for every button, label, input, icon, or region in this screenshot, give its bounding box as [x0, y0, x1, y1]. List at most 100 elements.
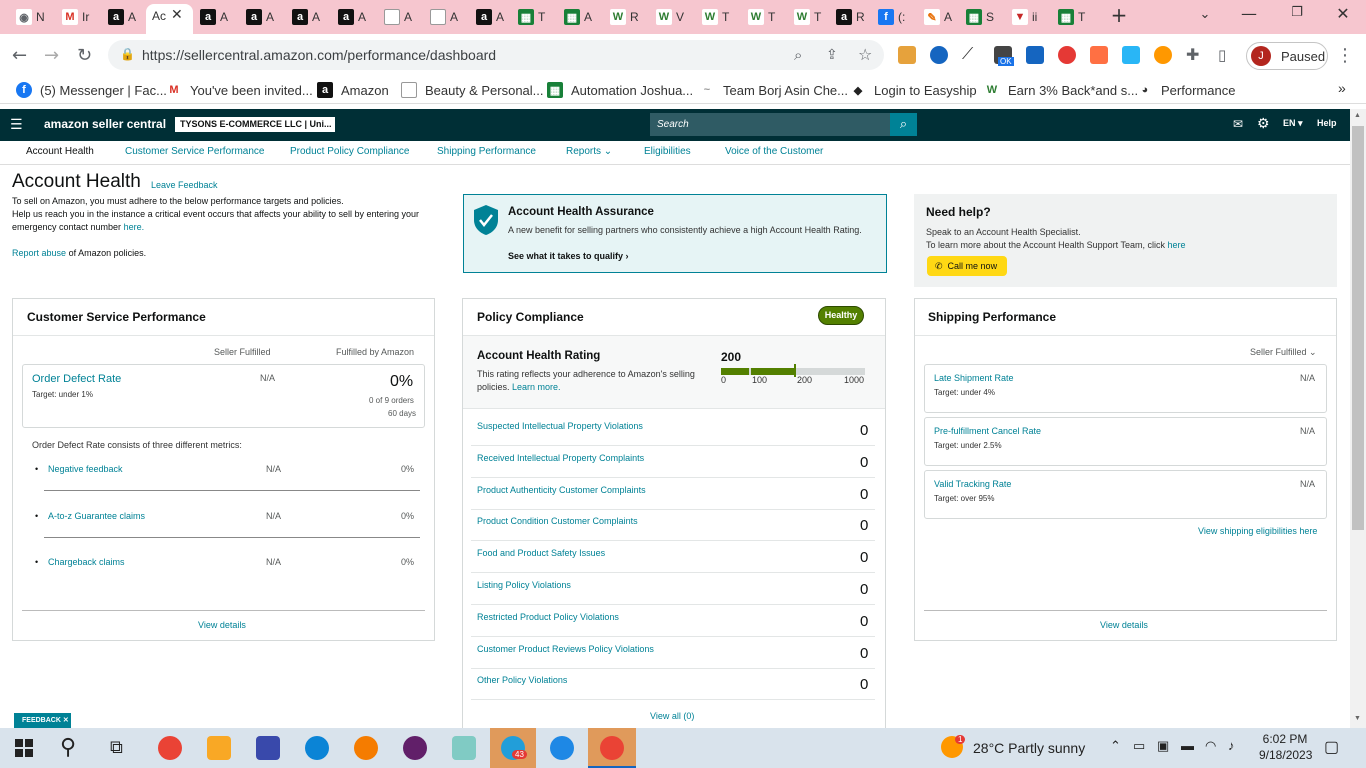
volume-icon[interactable]: ♪ [1228, 738, 1235, 753]
policy-row-link[interactable]: Food and Product Safety Issues [477, 548, 605, 558]
search-icon[interactable]: ⚲ [60, 734, 76, 760]
browser-tab[interactable]: ▦ S [966, 6, 994, 28]
learn-more-link[interactable]: Learn more. [512, 382, 561, 392]
extension-icon[interactable] [898, 46, 916, 64]
store-selector[interactable]: TYSONS E-COMMERCE LLC | Uni... [175, 117, 335, 132]
nav-reports[interactable]: Reports ⌄ [566, 146, 612, 157]
policy-row-link[interactable]: Customer Product Reviews Policy Violatio… [477, 644, 654, 654]
browser-tab[interactable]: W T [794, 6, 821, 28]
windows-start-icon[interactable] [15, 739, 33, 757]
policy-row-link[interactable]: Restricted Product Policy Violations [477, 612, 619, 622]
close-window-icon[interactable]: ✕ [1328, 4, 1358, 23]
browser-tab[interactable]: M Ir [62, 6, 89, 28]
policy-row-link[interactable]: Suspected Intellectual Property Violatio… [477, 421, 643, 431]
extension-icon[interactable]: ⟋ [962, 46, 980, 64]
bookmark-item[interactable]: W Earn 3% Back*and s... [984, 82, 1138, 98]
browser-tab[interactable]: a A [430, 6, 458, 28]
forward-icon[interactable]: → [44, 45, 59, 66]
policy-row-link[interactable]: Product Condition Customer Complaints [477, 516, 638, 526]
browser-tab[interactable]: ▦ A [564, 6, 592, 28]
browser-tab[interactable]: a A [108, 6, 136, 28]
task-view-icon[interactable]: ⧉ [110, 737, 123, 758]
browser-tab[interactable]: a A [384, 6, 412, 28]
order-defect-rate-link[interactable]: Order Defect Rate [32, 373, 121, 385]
seller-central-logo[interactable]: amazon seller central [44, 117, 166, 131]
minimize-icon[interactable]: — [1234, 4, 1264, 23]
battery-icon[interactable]: ▬ [1181, 738, 1194, 753]
browser-tab[interactable]: a A [246, 6, 274, 28]
zoom-icon[interactable] [550, 736, 574, 760]
nav-customer-service-performance[interactable]: Customer Service Performance [125, 146, 265, 157]
hamburger-menu-icon[interactable]: ☰ [10, 117, 23, 133]
browser-tab[interactable]: ▦ T [518, 6, 545, 28]
close-tab-icon[interactable]: ✕ [171, 7, 183, 23]
bookmark-item[interactable]: ◆ Login to Easyship [850, 82, 977, 98]
browser-tab[interactable]: W R [610, 6, 639, 28]
emergency-contact-link[interactable]: here. [124, 222, 145, 232]
help-link[interactable]: Help [1317, 118, 1337, 128]
lock-icon[interactable]: 🔒 [120, 47, 135, 61]
browser-tab[interactable]: a A [292, 6, 320, 28]
shipping-metric-link[interactable]: Late Shipment Rate [934, 373, 1014, 383]
share-icon[interactable]: ⇪ [826, 47, 838, 63]
browser-tab[interactable]: ✎ A [924, 6, 952, 28]
browser-tab[interactable]: ▦ T [1058, 6, 1085, 28]
browser-tab[interactable]: a A [200, 6, 228, 28]
bookmark-item[interactable]: ◕ Performance [1137, 82, 1235, 98]
chrome-icon[interactable] [158, 736, 182, 760]
clock[interactable]: 6:02 PM 9/18/2023 [1259, 732, 1312, 762]
edge-icon[interactable] [305, 736, 329, 760]
view-all-violations-link[interactable]: View all (0) [650, 711, 694, 721]
wifi-icon[interactable]: ◠ [1205, 738, 1216, 754]
gear-icon[interactable]: ⚙ [1257, 115, 1270, 132]
browser-tab[interactable]: W T [748, 6, 775, 28]
bookmark-item[interactable]: M You've been invited... [166, 82, 313, 98]
shipping-view-details-link[interactable]: View details [1100, 620, 1148, 630]
bookmark-item[interactable]: a Beauty & Personal... [401, 82, 544, 98]
policy-row-link[interactable]: Listing Policy Violations [477, 580, 571, 590]
policy-row-link[interactable]: Product Authenticity Customer Complaints [477, 485, 646, 495]
reload-icon[interactable]: ↻ [77, 45, 92, 66]
nav-product-policy-compliance[interactable]: Product Policy Compliance [290, 146, 410, 157]
menu-icon[interactable]: ⋮ [1336, 45, 1354, 66]
bookmark-item[interactable]: ~ Team Borj Asin Che... [699, 82, 848, 98]
feedback-tab[interactable]: FEEDBACK ✕ [14, 713, 71, 728]
search-icon[interactable]: ⌕ [890, 113, 917, 136]
tray-icon[interactable]: ▣ [1157, 738, 1169, 754]
nav-account-health[interactable]: Account Health [26, 146, 94, 157]
nav-voice-of-the-customer[interactable]: Voice of the Customer [725, 146, 823, 157]
browser-tab[interactable]: f (: [878, 6, 905, 28]
browser-tab[interactable]: ▼ ii [1012, 6, 1037, 28]
slack-icon[interactable] [403, 736, 427, 760]
shipping-eligibilities-link[interactable]: View shipping eligibilities here [1198, 526, 1317, 536]
report-abuse-link[interactable]: Report abuse [12, 248, 66, 258]
tray-icon[interactable]: ▭ [1133, 738, 1145, 754]
file-explorer-icon[interactable] [207, 736, 231, 760]
extensions-puzzle-icon[interactable]: ✚ [1186, 45, 1199, 64]
restore-icon[interactable]: ❐ [1282, 5, 1312, 20]
nav-eligibilities[interactable]: Eligibilities [644, 146, 691, 157]
browser-tab[interactable]: a R [836, 6, 865, 28]
extension-icon[interactable] [1090, 46, 1108, 64]
browser-tab[interactable]: W T [702, 6, 729, 28]
zoom-icon[interactable]: ⌕ [794, 46, 802, 64]
extension-icon[interactable] [1154, 46, 1172, 64]
cs-view-details-link[interactable]: View details [198, 620, 246, 630]
extension-icon[interactable] [1058, 46, 1076, 64]
weather-text[interactable]: 28°C Partly sunny [973, 740, 1085, 756]
language-selector[interactable]: EN ▾ [1283, 118, 1303, 129]
url-text[interactable]: https://sellercentral.amazon.com/perform… [142, 47, 496, 63]
extension-icon[interactable] [1026, 46, 1044, 64]
bookmark-star-icon[interactable]: ☆ [858, 45, 872, 64]
bookmark-item[interactable]: ▦ Automation Joshua... [547, 82, 693, 98]
assurance-qualify-link[interactable]: See what it takes to qualify › [508, 251, 629, 261]
scroll-up-icon[interactable]: ▲ [1354, 112, 1361, 119]
metric-link[interactable]: Negative feedback [48, 464, 123, 474]
back-icon[interactable]: ← [12, 45, 27, 66]
extension-icon[interactable] [930, 46, 948, 64]
new-tab-button[interactable]: + [1104, 3, 1134, 27]
browser-tab[interactable]: ◉ N [16, 6, 45, 28]
bookmark-item[interactable]: f (5) Messenger | Fac... [16, 82, 167, 98]
bookmark-item[interactable]: a Amazon [317, 82, 389, 98]
mail-icon[interactable]: ✉ [1233, 117, 1243, 131]
